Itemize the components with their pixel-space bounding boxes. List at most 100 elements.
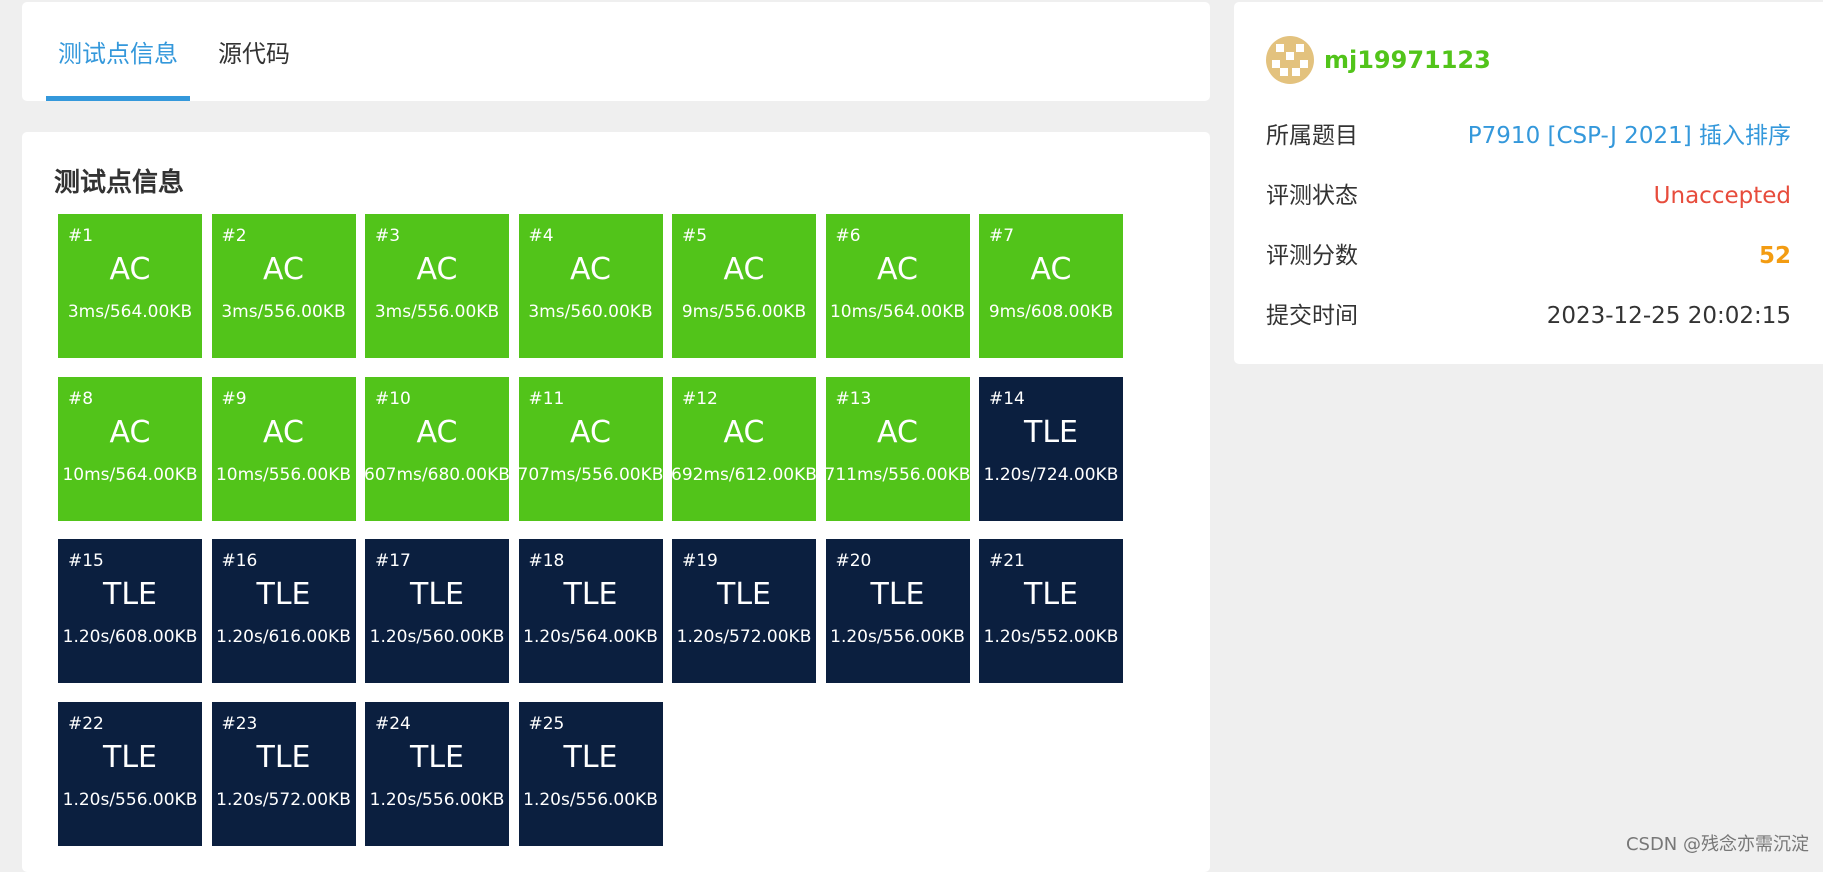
test-case-number: #20 bbox=[836, 551, 872, 571]
score-label: 评测分数 bbox=[1266, 236, 1358, 276]
test-case-tile[interactable]: #10AC607ms/680.00KB bbox=[365, 377, 509, 521]
test-case-number: #17 bbox=[375, 551, 411, 571]
test-case-time-memory: 1.20s/572.00KB bbox=[208, 790, 360, 810]
test-case-tile[interactable]: #24TLE1.20s/556.00KB bbox=[365, 702, 509, 846]
test-case-tile[interactable]: #18TLE1.20s/564.00KB bbox=[519, 539, 663, 683]
test-case-time-memory: 10ms/564.00KB bbox=[822, 302, 974, 322]
test-case-time-memory: 711ms/556.00KB bbox=[822, 465, 974, 485]
test-case-tile[interactable]: #1AC3ms/564.00KB bbox=[58, 214, 202, 358]
test-case-number: #25 bbox=[529, 714, 565, 734]
test-case-tile[interactable]: #21TLE1.20s/552.00KB bbox=[979, 539, 1123, 683]
test-case-tile[interactable]: #23TLE1.20s/572.00KB bbox=[212, 702, 356, 846]
test-case-number: #13 bbox=[836, 389, 872, 409]
test-case-number: #14 bbox=[989, 389, 1025, 409]
tab-test-info[interactable]: 测试点信息 bbox=[46, 2, 190, 101]
test-case-tile[interactable]: #14TLE1.20s/724.00KB bbox=[979, 377, 1123, 521]
test-case-result: AC bbox=[365, 252, 509, 287]
test-case-tile[interactable]: #22TLE1.20s/556.00KB bbox=[58, 702, 202, 846]
status-row: 评测状态 Unaccepted bbox=[1266, 176, 1791, 216]
test-case-number: #7 bbox=[989, 226, 1014, 246]
test-case-result: AC bbox=[365, 415, 509, 450]
tabs-card: 测试点信息 源代码 bbox=[22, 2, 1210, 101]
test-case-time-memory: 607ms/680.00KB bbox=[361, 465, 513, 485]
test-case-result: AC bbox=[672, 415, 816, 450]
test-case-tile[interactable]: #9AC10ms/556.00KB bbox=[212, 377, 356, 521]
test-case-tile[interactable]: #25TLE1.20s/556.00KB bbox=[519, 702, 663, 846]
test-case-tile[interactable]: #2AC3ms/556.00KB bbox=[212, 214, 356, 358]
test-case-result: AC bbox=[672, 252, 816, 287]
test-case-result: AC bbox=[212, 252, 356, 287]
test-case-result: AC bbox=[212, 415, 356, 450]
problem-label: 所属题目 bbox=[1266, 116, 1358, 156]
test-case-result: TLE bbox=[58, 577, 202, 612]
test-case-tile[interactable]: #17TLE1.20s/560.00KB bbox=[365, 539, 509, 683]
username-link[interactable]: mj19971123 bbox=[1324, 46, 1491, 74]
test-case-tile[interactable]: #13AC711ms/556.00KB bbox=[826, 377, 970, 521]
test-case-time-memory: 1.20s/616.00KB bbox=[208, 627, 360, 647]
test-case-time-memory: 1.20s/556.00KB bbox=[822, 627, 974, 647]
test-case-time-memory: 1.20s/608.00KB bbox=[54, 627, 206, 647]
watermark: CSDN @残念亦需沉淀 bbox=[1626, 830, 1809, 856]
score-row: 评测分数 52 bbox=[1266, 236, 1791, 276]
test-case-number: #16 bbox=[222, 551, 258, 571]
test-case-result: TLE bbox=[58, 740, 202, 775]
test-case-time-memory: 707ms/556.00KB bbox=[515, 465, 667, 485]
test-case-number: #19 bbox=[682, 551, 718, 571]
test-case-time-memory: 10ms/564.00KB bbox=[54, 465, 206, 485]
test-case-time-memory: 1.20s/552.00KB bbox=[975, 627, 1127, 647]
test-case-number: #24 bbox=[375, 714, 411, 734]
test-case-time-memory: 10ms/556.00KB bbox=[208, 465, 360, 485]
test-case-result: TLE bbox=[212, 577, 356, 612]
test-case-result: TLE bbox=[826, 577, 970, 612]
test-case-tile[interactable]: #20TLE1.20s/556.00KB bbox=[826, 539, 970, 683]
submit-time-row: 提交时间 2023-12-25 20:02:15 bbox=[1266, 296, 1791, 336]
test-case-result: TLE bbox=[519, 577, 663, 612]
test-case-time-memory: 1.20s/724.00KB bbox=[975, 465, 1127, 485]
test-case-result: AC bbox=[58, 415, 202, 450]
test-case-number: #4 bbox=[529, 226, 554, 246]
submission-info-card: mj19971123 所属题目 P7910 [CSP-J 2021] 插入排序 … bbox=[1234, 2, 1823, 364]
test-case-number: #11 bbox=[529, 389, 565, 409]
test-case-tile[interactable]: #12AC692ms/612.00KB bbox=[672, 377, 816, 521]
identicon-avatar-icon[interactable] bbox=[1266, 36, 1314, 84]
test-case-result: TLE bbox=[365, 577, 509, 612]
status-label: 评测状态 bbox=[1266, 176, 1358, 216]
problem-link[interactable]: P7910 [CSP-J 2021] 插入排序 bbox=[1468, 116, 1791, 156]
test-case-result: TLE bbox=[365, 740, 509, 775]
test-case-tile[interactable]: #15TLE1.20s/608.00KB bbox=[58, 539, 202, 683]
test-cases-card: 测试点信息 #1AC3ms/564.00KB#2AC3ms/556.00KB#3… bbox=[22, 132, 1210, 872]
test-case-time-memory: 1.20s/556.00KB bbox=[515, 790, 667, 810]
test-case-number: #6 bbox=[836, 226, 861, 246]
test-case-time-memory: 3ms/556.00KB bbox=[208, 302, 360, 322]
test-case-time-memory: 1.20s/572.00KB bbox=[668, 627, 820, 647]
test-case-result: AC bbox=[979, 252, 1123, 287]
test-case-tile[interactable]: #11AC707ms/556.00KB bbox=[519, 377, 663, 521]
test-case-number: #3 bbox=[375, 226, 400, 246]
test-case-grid: #1AC3ms/564.00KB#2AC3ms/556.00KB#3AC3ms/… bbox=[58, 214, 1123, 846]
test-case-result: AC bbox=[58, 252, 202, 287]
test-case-tile[interactable]: #16TLE1.20s/616.00KB bbox=[212, 539, 356, 683]
test-case-time-memory: 9ms/556.00KB bbox=[668, 302, 820, 322]
status-value: Unaccepted bbox=[1654, 176, 1791, 216]
test-case-result: AC bbox=[826, 252, 970, 287]
test-case-number: #23 bbox=[222, 714, 258, 734]
test-case-result: TLE bbox=[979, 415, 1123, 450]
test-case-number: #5 bbox=[682, 226, 707, 246]
test-case-tile[interactable]: #7AC9ms/608.00KB bbox=[979, 214, 1123, 358]
test-case-tile[interactable]: #8AC10ms/564.00KB bbox=[58, 377, 202, 521]
test-case-number: #18 bbox=[529, 551, 565, 571]
test-case-result: TLE bbox=[979, 577, 1123, 612]
test-case-time-memory: 1.20s/556.00KB bbox=[54, 790, 206, 810]
test-case-tile[interactable]: #6AC10ms/564.00KB bbox=[826, 214, 970, 358]
test-case-result: TLE bbox=[519, 740, 663, 775]
test-case-result: AC bbox=[519, 415, 663, 450]
test-case-tile[interactable]: #4AC3ms/560.00KB bbox=[519, 214, 663, 358]
test-case-tile[interactable]: #19TLE1.20s/572.00KB bbox=[672, 539, 816, 683]
test-case-result: AC bbox=[826, 415, 970, 450]
test-case-time-memory: 3ms/556.00KB bbox=[361, 302, 513, 322]
test-case-time-memory: 1.20s/556.00KB bbox=[361, 790, 513, 810]
tab-source-code[interactable]: 源代码 bbox=[218, 2, 306, 101]
test-case-time-memory: 9ms/608.00KB bbox=[975, 302, 1127, 322]
test-case-tile[interactable]: #5AC9ms/556.00KB bbox=[672, 214, 816, 358]
test-case-tile[interactable]: #3AC3ms/556.00KB bbox=[365, 214, 509, 358]
